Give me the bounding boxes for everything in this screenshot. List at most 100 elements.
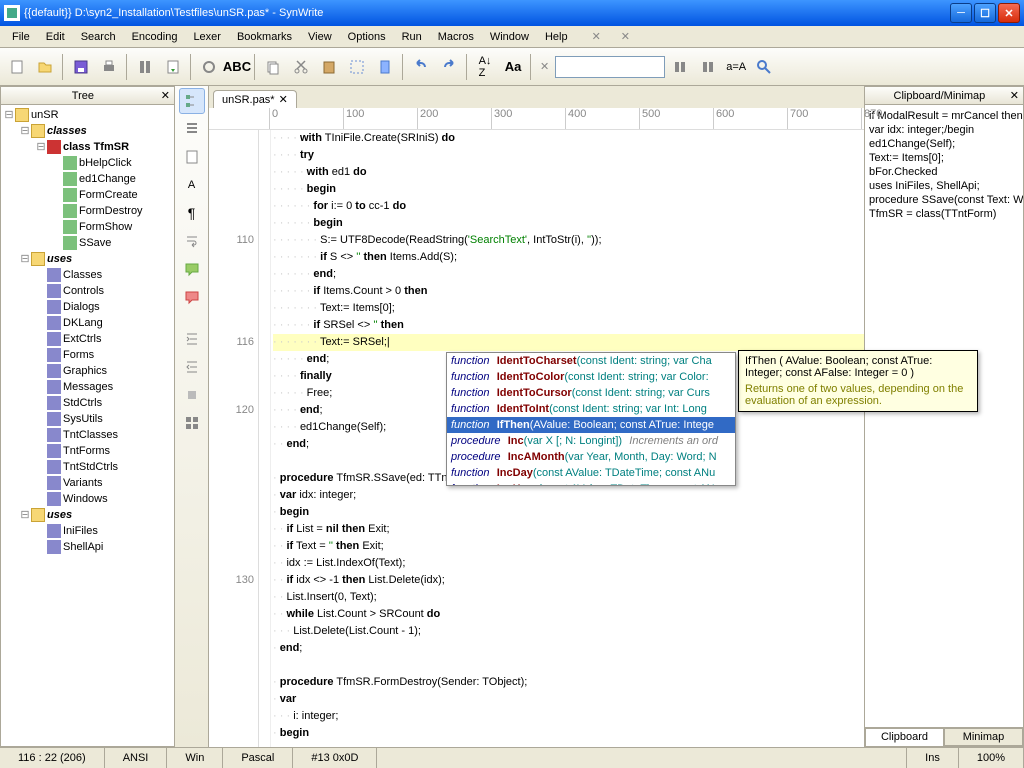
tree-unit[interactable]: Graphics [3,363,172,379]
tree-root[interactable]: ⊟unSR [3,107,172,123]
menu-lexer[interactable]: Lexer [185,29,229,45]
tree-method[interactable]: FormShow [3,219,172,235]
menu-macros[interactable]: Macros [430,29,482,45]
tree-method[interactable]: bHelpClick [3,155,172,171]
minimize-button[interactable]: ─ [950,3,972,23]
menu-view[interactable]: View [300,29,340,45]
tree-unit[interactable]: Forms [3,347,172,363]
autocomplete-item[interactable]: procedure Inc(var X [; N: Longint]) Incr… [447,433,735,449]
tree-method[interactable]: FormDestroy [3,203,172,219]
tree-unit[interactable]: Variants [3,475,172,491]
spellcheck-button[interactable]: ABC [224,54,250,80]
tree-unit[interactable]: Classes [3,267,172,283]
maximize-button[interactable]: ☐ [974,3,996,23]
tree-unit[interactable]: Windows [3,491,172,507]
tree-unit[interactable]: StdCtrls [3,395,172,411]
match-case-button[interactable]: a=A [723,54,749,80]
autocomplete-popup[interactable]: function IdentToCharset(const Ident: str… [446,352,736,486]
tab-close-icon[interactable]: ✕ [279,93,288,106]
find-next-button[interactable] [695,54,721,80]
vtool-uncomment-icon[interactable] [179,284,205,310]
file-tab[interactable]: unSR.pas* ✕ [213,90,297,108]
cut-button[interactable] [288,54,314,80]
menu-bookmarks[interactable]: Bookmarks [229,29,300,45]
tree-method[interactable]: FormCreate [3,187,172,203]
tree-unit[interactable]: Messages [3,379,172,395]
clipboard-close-icon[interactable]: ✕ [1010,89,1019,102]
tree-unit[interactable]: ExtCtrls [3,331,172,347]
vtool-para-icon[interactable]: ¶ [179,200,205,226]
vtool-unindent-icon[interactable] [179,354,205,380]
tree-unit[interactable]: TntClasses [3,427,172,443]
close-icon[interactable]: ✕ [540,60,549,73]
menu-encoding[interactable]: Encoding [124,29,186,45]
print-button[interactable] [96,54,122,80]
vtool-tree-icon[interactable] [179,88,205,114]
tree-close-icon[interactable]: ✕ [161,89,170,102]
status-insert[interactable]: Ins [907,748,959,768]
clipboard-item[interactable]: TfmSR = class(TTntForm) [869,207,1019,221]
tab-close-all-icon[interactable]: ✕ [613,28,638,45]
tree-unit[interactable]: DKLang [3,315,172,331]
status-zoom[interactable]: 100% [959,748,1024,768]
clipboard-item[interactable]: if ModalResult = mrCancel then [869,109,1019,123]
minimap-tab[interactable]: Minimap [944,728,1023,746]
clip-button[interactable] [372,54,398,80]
tree-unit[interactable]: IniFiles [3,523,172,539]
tree-unit[interactable]: TntForms [3,443,172,459]
select-all-button[interactable] [344,54,370,80]
search-input[interactable] [555,56,665,78]
autocomplete-item[interactable]: function IdentToColor(const Ident: strin… [447,369,735,385]
clipboard-item[interactable]: ed1Change(Self); [869,137,1019,151]
export-button[interactable] [160,54,186,80]
clipboard-item[interactable]: var idx: integer;/begin [869,123,1019,137]
menu-run[interactable]: Run [394,29,430,45]
tree-method[interactable]: ed1Change [3,171,172,187]
menu-search[interactable]: Search [73,29,124,45]
vtool-doc-icon[interactable] [179,144,205,170]
autocomplete-item[interactable]: procedure IncAMonth(var Year, Month, Day… [447,449,735,465]
tree-unit[interactable]: TntStdCtrls [3,459,172,475]
vtool-font-icon[interactable]: A [179,172,205,198]
autocomplete-item[interactable]: function IfThen(AValue: Boolean; const A… [447,417,735,433]
new-file-button[interactable] [4,54,30,80]
fold-column[interactable] [259,130,271,747]
open-file-button[interactable] [32,54,58,80]
tree-unit[interactable]: Controls [3,283,172,299]
menu-help[interactable]: Help [537,29,576,45]
tree-classes[interactable]: ⊟classes [3,123,172,139]
tree-unit[interactable]: ShellApi [3,539,172,555]
status-eol[interactable]: Win [167,748,223,768]
autocomplete-item[interactable]: function IncHour(const AValue: TDateTime… [447,481,735,486]
redo-button[interactable] [436,54,462,80]
tab-close-icon[interactable]: ✕ [584,28,609,45]
save-button[interactable] [68,54,94,80]
case-button[interactable]: Aa [500,54,526,80]
vtool-comment-icon[interactable] [179,256,205,282]
close-button[interactable]: ✕ [998,3,1020,23]
vtool-wrap-icon[interactable] [179,228,205,254]
tree-method[interactable]: SSave [3,235,172,251]
menu-file[interactable]: File [4,29,38,45]
clipboard-item[interactable]: Text:= Items[0]; [869,151,1019,165]
vtool-grid-icon[interactable] [179,410,205,436]
clipboard-item[interactable]: uses IniFiles, ShellApi; [869,179,1019,193]
autocomplete-item[interactable]: function IdentToCharset(const Ident: str… [447,353,735,369]
tree-unit[interactable]: SysUtils [3,411,172,427]
autocomplete-item[interactable]: function IdentToInt(const Ident: string;… [447,401,735,417]
autocomplete-item[interactable]: function IncDay(const AValue: TDateTime;… [447,465,735,481]
paste-button[interactable] [316,54,342,80]
settings-button[interactable] [196,54,222,80]
vtool-marker-icon[interactable] [179,382,205,408]
status-encoding[interactable]: ANSI [105,748,168,768]
vtool-list-icon[interactable] [179,116,205,142]
sort-button[interactable]: A↓Z [472,54,498,80]
tree-unit[interactable]: Dialogs [3,299,172,315]
menu-options[interactable]: Options [340,29,394,45]
find-prev-button[interactable] [667,54,693,80]
menu-edit[interactable]: Edit [38,29,73,45]
search-button[interactable] [751,54,777,80]
clipboard-tab[interactable]: Clipboard [865,728,944,746]
find-button[interactable] [132,54,158,80]
tree-uses-2[interactable]: ⊟uses [3,507,172,523]
